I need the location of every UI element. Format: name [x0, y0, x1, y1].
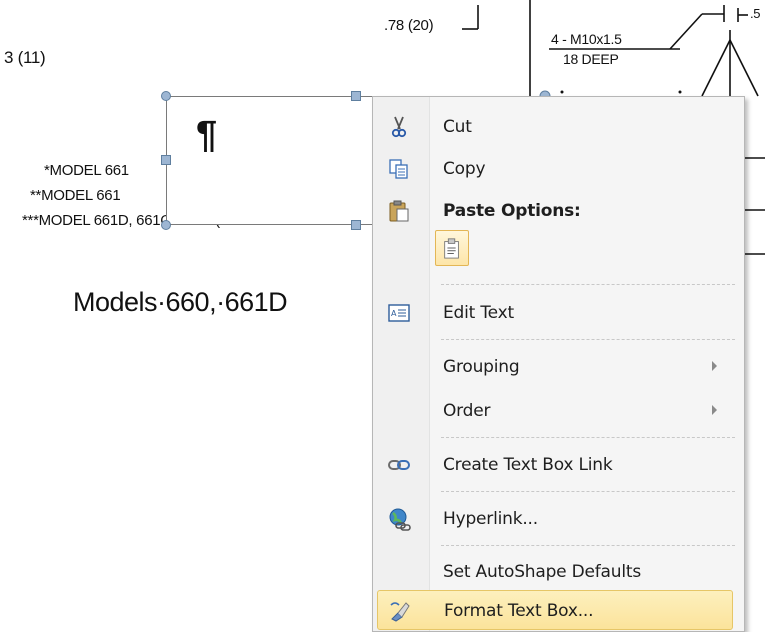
- menu-separator: [441, 339, 735, 340]
- menu-item-label: Format Text Box...: [444, 601, 594, 621]
- menu-item-grouping[interactable]: Grouping: [375, 345, 741, 389]
- menu-separator: [441, 545, 735, 546]
- menu-item-label: Cut: [443, 117, 472, 137]
- menu-item-label: Create Text Box Link: [443, 455, 613, 475]
- resize-handle-top-middle[interactable]: [351, 91, 361, 101]
- dimension-label: .5: [750, 6, 761, 21]
- resize-handle-bottom-middle[interactable]: [351, 220, 361, 230]
- menu-separator: [441, 284, 735, 285]
- menu-item-label: Copy: [443, 159, 486, 179]
- copy-icon: [389, 159, 408, 179]
- clipboard-icon: [389, 200, 409, 222]
- menu-item-label: Grouping: [443, 357, 520, 377]
- dimension-label: 3 (11): [4, 48, 46, 67]
- menu-item-order[interactable]: Order: [375, 389, 741, 433]
- submenu-arrow-icon: [712, 361, 717, 371]
- scissors-icon: [391, 116, 407, 138]
- menu-item-label: Order: [443, 401, 491, 421]
- menu-item-label: Edit Text: [443, 303, 514, 323]
- menu-item-label: Hyperlink...: [443, 509, 538, 529]
- menu-item-edit-text[interactable]: A Edit Text: [375, 291, 741, 335]
- menu-separator: [441, 491, 735, 492]
- context-menu: Cut Copy Paste Options: A Edit Text Grou…: [372, 96, 745, 632]
- menu-item-copy[interactable]: Copy: [375, 147, 741, 191]
- paste-keep-text-icon: [444, 238, 459, 259]
- submenu-arrow-icon: [712, 405, 717, 415]
- dimension-label: .78 (20): [384, 17, 434, 34]
- menu-item-format-text-box[interactable]: Format Text Box...: [377, 590, 733, 630]
- menu-separator: [441, 437, 735, 438]
- models-caption: Models·660,·661D: [73, 287, 288, 317]
- edit-text-icon: A: [388, 304, 410, 322]
- paste-keep-text-only-button[interactable]: [435, 230, 469, 266]
- menu-header-label: Paste Options:: [443, 201, 581, 221]
- menu-item-label: Set AutoShape Defaults: [443, 562, 641, 582]
- svg-text:A: A: [391, 309, 397, 318]
- thread-depth-label: 18 DEEP: [563, 51, 619, 67]
- model-note-1: *MODEL 661: [44, 162, 129, 179]
- resize-handle-middle-left[interactable]: [161, 155, 171, 165]
- resize-handle-top-left[interactable]: [161, 91, 171, 101]
- menu-item-cut[interactable]: Cut: [375, 105, 741, 149]
- menu-item-set-autoshape-defaults[interactable]: Set AutoShape Defaults: [375, 550, 741, 594]
- menu-header-paste-options: Paste Options:: [375, 189, 741, 233]
- paragraph-mark: ¶: [196, 114, 218, 156]
- model-note-2: **MODEL 661: [30, 187, 121, 204]
- format-brush-icon: [390, 602, 410, 622]
- menu-item-create-text-box-link[interactable]: Create Text Box Link: [375, 443, 741, 487]
- chain-link-icon: [388, 460, 410, 470]
- globe-link-icon: [389, 508, 411, 531]
- menu-item-hyperlink[interactable]: Hyperlink...: [375, 497, 741, 541]
- resize-handle-bottom-left[interactable]: [161, 220, 171, 230]
- thread-spec-label: 4 - M10x1.5: [551, 31, 622, 47]
